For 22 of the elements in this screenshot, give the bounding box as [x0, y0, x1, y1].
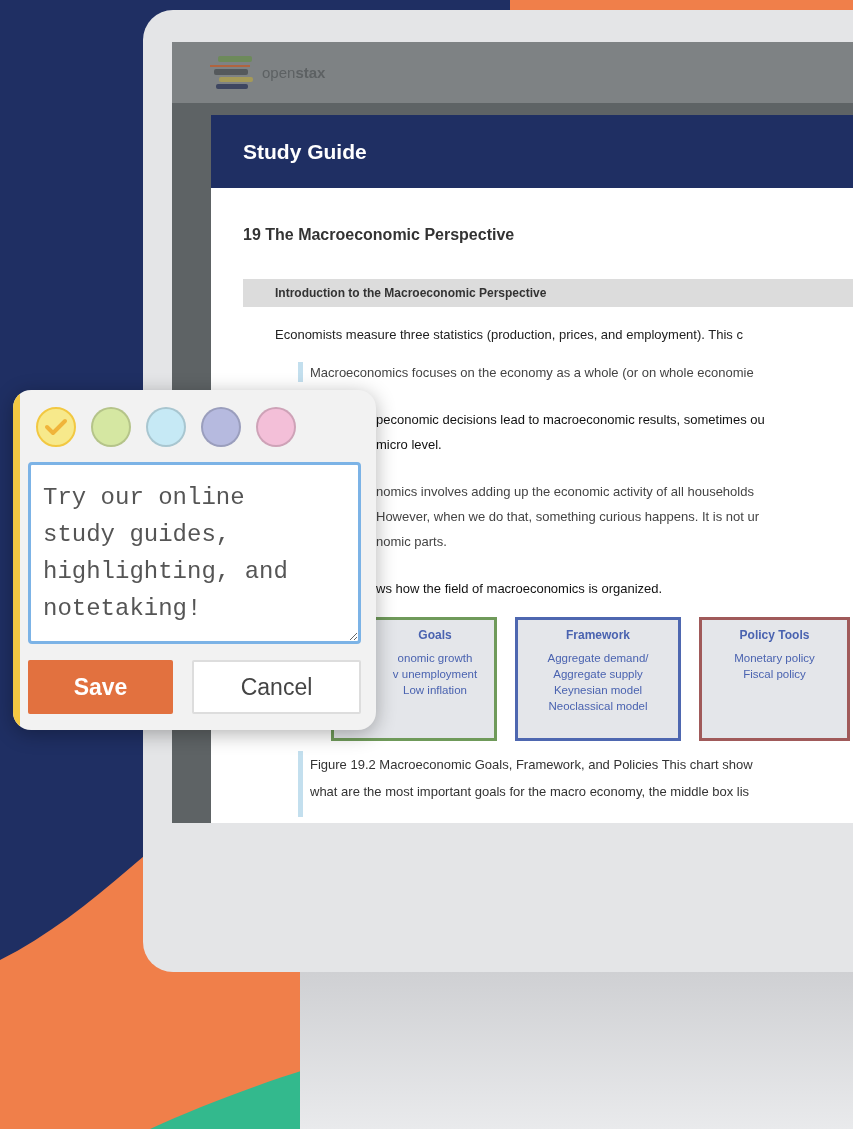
- paragraph: nomics involves adding up the economic activity of all households However, when we do that, something curious happens. It is not ur nomic parts.: [376, 483, 759, 551]
- chapter-title: 19 The Macroeconomic Perspective: [243, 226, 516, 244]
- paragraph: peconomic decisions lead to macroeconomic results, sometimes ou micro level.: [376, 411, 765, 454]
- box-title: Policy Tools: [738, 628, 811, 642]
- logo-icon: [210, 55, 256, 90]
- note-field[interactable]: Try our online study guides, highlighting, and notetaking!: [28, 462, 361, 644]
- box-title: Framework: [565, 628, 631, 642]
- check-icon: [44, 418, 68, 436]
- section-title: Introduction to the Macroeconomic Perspective: [275, 286, 547, 300]
- box-text: Monetary policy Fiscal policy: [733, 651, 816, 682]
- paragraph: Macroeconomics focuses on the economy as a whole (or on whole economie: [310, 364, 754, 382]
- panel-title: Study Guide: [243, 139, 367, 164]
- color-swatch[interactable]: [36, 407, 76, 447]
- box-title: Goals: [417, 628, 453, 642]
- cancel-button[interactable]: Cancel: [192, 660, 361, 714]
- quote-bar: [298, 751, 303, 817]
- quote-bar: [298, 362, 303, 382]
- paragraph: Economists measure three statistics (production, prices, and employment). This c: [275, 326, 743, 344]
- paragraph: ws how the field of macroeconomics is organized.: [376, 580, 663, 598]
- box-text: Aggregate demand/ Aggregate supply Keynesian model Neoclassical model: [546, 651, 650, 714]
- box-text: onomic growth v unemployment Low inflation: [391, 651, 479, 698]
- figure-caption: Figure 19.2 Macroeconomic Goals, Framework, and Policies This chart show what are the most important goals for the macro economy, the middle box lis: [310, 756, 753, 801]
